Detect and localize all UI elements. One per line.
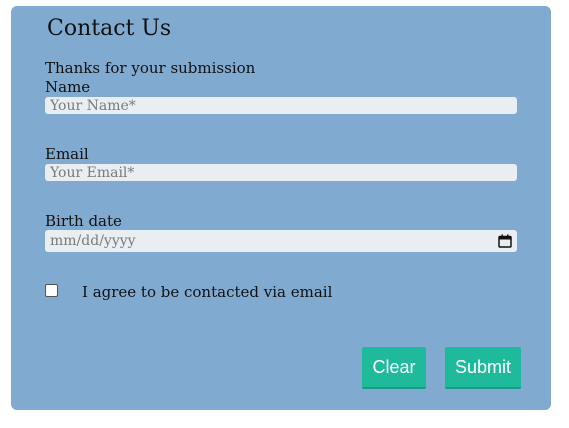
submit-button[interactable]: Submit (445, 347, 521, 389)
birth-date-label: Birth date (45, 212, 122, 230)
form-title: Contact Us (47, 16, 172, 41)
name-field-wrapper (45, 97, 517, 114)
calendar-icon[interactable] (498, 234, 512, 248)
email-field-wrapper (45, 164, 517, 181)
submission-message: Thanks for your submission (45, 59, 256, 77)
consent-checkbox[interactable] (45, 284, 58, 297)
email-label: Email (45, 145, 89, 163)
name-label: Name (45, 78, 91, 96)
contact-form-card: Contact Us Thanks for your submission Na… (11, 6, 551, 410)
name-input[interactable] (50, 97, 512, 114)
clear-button[interactable]: Clear (362, 347, 426, 389)
birth-date-placeholder: mm/dd/yyyy (50, 233, 136, 249)
email-input[interactable] (50, 164, 512, 181)
consent-label: I agree to be contacted via email (82, 283, 333, 301)
birth-date-input[interactable]: mm/dd/yyyy (45, 230, 517, 252)
